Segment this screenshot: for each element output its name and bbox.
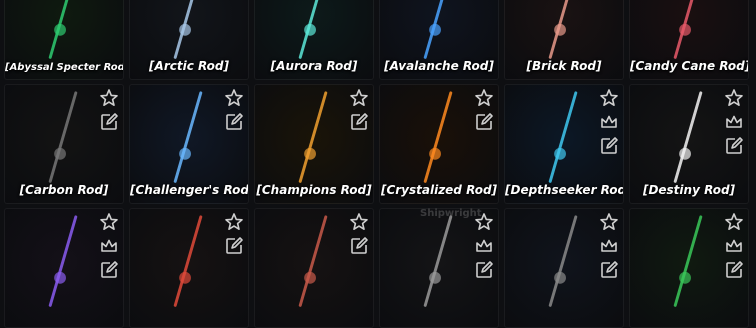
favorite-star-icon[interactable]	[724, 88, 744, 108]
rod-name: [Candy Cane Rod]	[630, 59, 749, 73]
tile-actions	[349, 212, 369, 256]
rod-tile[interactable]: [Brick Rod]	[504, 0, 624, 80]
rod-tile[interactable]: [Abyssal Specter Rod]	[4, 0, 124, 80]
tile-actions	[349, 88, 369, 132]
crown-icon[interactable]	[99, 236, 119, 256]
favorite-star-icon[interactable]	[724, 212, 744, 232]
favorite-star-icon[interactable]	[599, 88, 619, 108]
rod-tile[interactable]: [Champions Rod]	[254, 84, 374, 204]
tile-actions	[474, 212, 494, 280]
crown-icon[interactable]	[599, 236, 619, 256]
rod-tile[interactable]: [Carbon Rod]	[4, 84, 124, 204]
favorite-star-icon[interactable]	[224, 88, 244, 108]
favorite-star-icon[interactable]	[599, 212, 619, 232]
edit-icon[interactable]	[599, 136, 619, 156]
tile-actions	[599, 212, 619, 280]
edit-icon[interactable]	[349, 112, 369, 132]
crown-icon[interactable]	[724, 236, 744, 256]
edit-icon[interactable]	[224, 112, 244, 132]
edit-icon[interactable]	[99, 112, 119, 132]
rod-tile[interactable]: [Challenger's Rod]	[129, 84, 249, 204]
crown-icon[interactable]	[599, 112, 619, 132]
tile-actions	[474, 88, 494, 132]
edit-icon[interactable]	[474, 260, 494, 280]
rod-tile[interactable]	[254, 208, 374, 328]
rod-name: [Depthseeker Rod]	[505, 183, 624, 197]
rod-tile[interactable]: [Candy Cane Rod]	[629, 0, 749, 80]
rod-name: [Arctic Rod]	[149, 59, 229, 73]
rod-name: [Aurora Rod]	[270, 59, 358, 73]
tile-actions	[724, 212, 744, 280]
rod-name: [Avalanche Rod]	[384, 59, 494, 73]
rod-tile[interactable]	[129, 208, 249, 328]
rod-name: [Brick Rod]	[526, 59, 602, 73]
tile-actions	[724, 88, 744, 156]
tile-actions	[224, 88, 244, 132]
rod-tile[interactable]: [Arctic Rod]	[129, 0, 249, 80]
rod-name: [Crystalized Rod]	[380, 183, 498, 197]
edit-icon[interactable]	[349, 236, 369, 256]
crown-icon[interactable]	[474, 236, 494, 256]
edit-icon[interactable]	[224, 236, 244, 256]
crown-icon[interactable]	[724, 112, 744, 132]
favorite-star-icon[interactable]	[99, 212, 119, 232]
rod-tile[interactable]: [Crystalized Rod]	[379, 84, 499, 204]
rod-tile[interactable]	[4, 208, 124, 328]
favorite-star-icon[interactable]	[224, 212, 244, 232]
shipwright-watermark: Shipwright	[420, 208, 482, 219]
rod-tile[interactable]: [Aurora Rod]	[254, 0, 374, 80]
rod-tile[interactable]	[379, 208, 499, 328]
tile-actions	[99, 212, 119, 280]
rod-tile[interactable]	[629, 208, 749, 328]
tile-actions	[224, 212, 244, 256]
edit-icon[interactable]	[474, 112, 494, 132]
rod-name: [Challenger's Rod]	[130, 183, 249, 197]
edit-icon[interactable]	[724, 260, 744, 280]
edit-icon[interactable]	[599, 260, 619, 280]
rod-inventory-grid: [Abyssal Specter Rod] [Arctic Rod] [Aurora…	[0, 0, 749, 328]
favorite-star-icon[interactable]	[349, 212, 369, 232]
edit-icon[interactable]	[724, 136, 744, 156]
rod-tile[interactable]	[504, 208, 624, 328]
tile-actions	[599, 88, 619, 156]
favorite-star-icon[interactable]	[99, 88, 119, 108]
favorite-star-icon[interactable]	[349, 88, 369, 108]
rod-name: [Champions Rod]	[256, 183, 372, 197]
tile-actions	[99, 88, 119, 132]
rod-name: [Abyssal Specter Rod]	[5, 62, 124, 73]
rod-tile[interactable]: [Destiny Rod]	[629, 84, 749, 204]
rod-name: [Carbon Rod]	[19, 183, 109, 197]
rod-name: [Destiny Rod]	[642, 183, 736, 197]
rod-tile[interactable]: [Depthseeker Rod]	[504, 84, 624, 204]
edit-icon[interactable]	[99, 260, 119, 280]
favorite-star-icon[interactable]	[474, 88, 494, 108]
rod-tile[interactable]: [Avalanche Rod]	[379, 0, 499, 80]
